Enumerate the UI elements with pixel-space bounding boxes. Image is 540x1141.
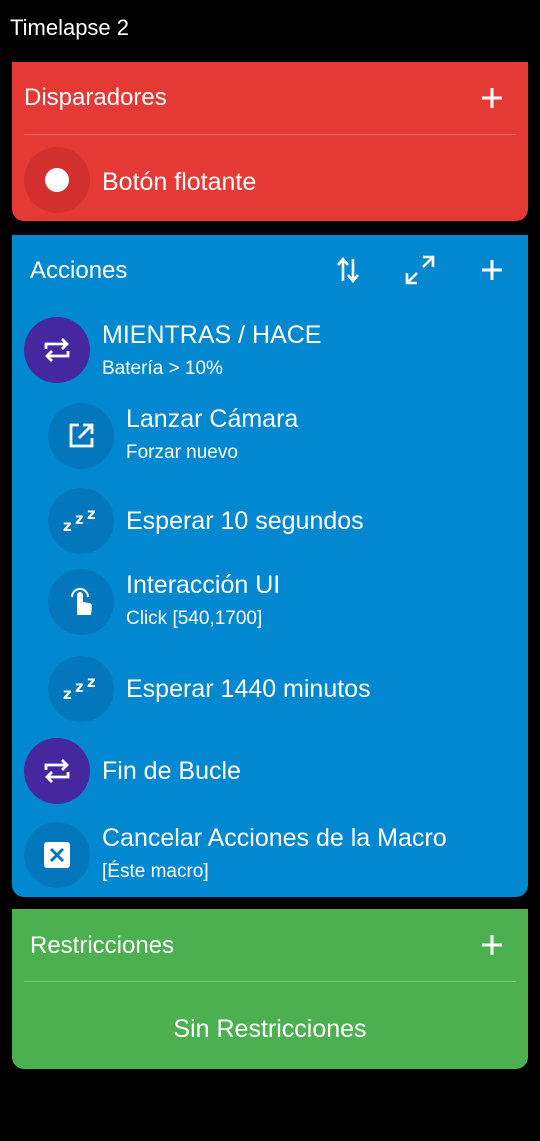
triggers-card: Disparadores Botón flotante bbox=[12, 62, 528, 221]
trigger-item-floating-button[interactable]: Botón flotante bbox=[12, 146, 528, 216]
loop-icon bbox=[44, 759, 70, 783]
action-item-title: Esperar 10 segundos bbox=[126, 507, 364, 535]
reorder-icon bbox=[337, 256, 359, 284]
action-icon-circle bbox=[48, 569, 114, 635]
constraints-divider bbox=[24, 981, 516, 982]
svg-text:z: z bbox=[75, 678, 84, 696]
add-constraint-button[interactable] bbox=[474, 927, 510, 963]
action-icon-circle bbox=[24, 738, 90, 804]
triggers-divider bbox=[24, 134, 516, 135]
action-icon-circle bbox=[48, 403, 114, 469]
launch-icon bbox=[69, 423, 94, 448]
svg-text:z: z bbox=[75, 510, 84, 528]
no-constraints-text: Sin Restricciones bbox=[173, 1015, 367, 1043]
sleep-icon: z z z bbox=[63, 508, 96, 534]
trigger-item-title: Botón flotante bbox=[102, 168, 257, 196]
action-icon-circle: z z z bbox=[48, 656, 114, 722]
plus-icon bbox=[482, 935, 502, 955]
action-item-subtitle: [Éste macro] bbox=[102, 861, 209, 882]
svg-text:z: z bbox=[87, 508, 96, 523]
action-item-while-do[interactable]: MIENTRAS / HACE Batería > 10% bbox=[12, 313, 528, 393]
action-item-wait-10-seconds[interactable]: z z z Esperar 10 segundos bbox=[12, 485, 528, 557]
loop-icon bbox=[44, 338, 70, 362]
title-bar: Timelapse 2 bbox=[0, 0, 540, 60]
add-trigger-button[interactable] bbox=[474, 80, 510, 116]
trigger-icon-circle bbox=[24, 147, 90, 213]
action-item-title: Interacción UI bbox=[126, 571, 281, 599]
macro-title: Timelapse 2 bbox=[10, 15, 130, 40]
action-item-title: MIENTRAS / HACE bbox=[102, 321, 322, 349]
svg-text:z: z bbox=[63, 517, 72, 534]
action-item-wait-1440-minutes[interactable]: z z z Esperar 1440 minutos bbox=[12, 653, 528, 725]
svg-text:z: z bbox=[63, 685, 72, 702]
touch-icon bbox=[71, 588, 92, 615]
action-icon-circle bbox=[24, 822, 90, 888]
constraints-card: Restricciones Sin Restricciones bbox=[12, 909, 528, 1069]
actions-card: Acciones MIENTRAS / HACE Batería > 10% L… bbox=[12, 235, 528, 897]
action-item-subtitle: Click [540,1700] bbox=[126, 608, 263, 629]
action-item-title: Lanzar Cámara bbox=[126, 405, 299, 433]
reorder-actions-button[interactable] bbox=[330, 252, 366, 288]
action-item-launch-camera[interactable]: Lanzar Cámara Forzar nuevo bbox=[12, 399, 528, 479]
triggers-title: Disparadores bbox=[24, 84, 167, 111]
plus-icon bbox=[482, 260, 502, 280]
expand-icon bbox=[405, 255, 435, 285]
svg-text:z: z bbox=[87, 676, 96, 691]
cancel-icon bbox=[44, 842, 70, 868]
action-item-subtitle: Forzar nuevo bbox=[126, 442, 238, 463]
action-item-end-loop[interactable]: Fin de Bucle bbox=[12, 735, 528, 807]
sleep-icon: z z z bbox=[63, 676, 96, 702]
constraints-title: Restricciones bbox=[30, 932, 175, 959]
action-item-title: Esperar 1440 minutos bbox=[126, 675, 371, 703]
action-item-subtitle: Batería > 10% bbox=[102, 358, 223, 379]
action-item-title: Cancelar Acciones de la Macro bbox=[102, 824, 447, 852]
floating-button-icon bbox=[45, 168, 69, 192]
expand-actions-button[interactable] bbox=[402, 252, 438, 288]
plus-icon bbox=[482, 88, 502, 108]
action-icon-circle: z z z bbox=[48, 488, 114, 554]
actions-title: Acciones bbox=[30, 257, 128, 284]
action-icon-circle bbox=[24, 317, 90, 383]
add-action-button[interactable] bbox=[474, 252, 510, 288]
action-item-ui-interaction[interactable]: Interacción UI Click [540,1700] bbox=[12, 565, 528, 645]
action-item-title: Fin de Bucle bbox=[102, 757, 241, 785]
action-item-cancel-macro-actions[interactable]: Cancelar Acciones de la Macro [Éste macr… bbox=[12, 819, 528, 897]
